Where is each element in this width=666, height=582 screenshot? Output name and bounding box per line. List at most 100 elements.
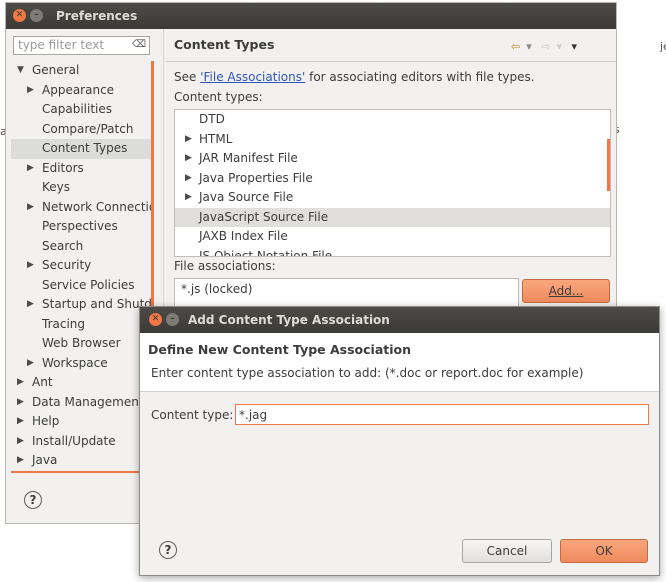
dialog-title: Add Content Type Association (188, 313, 390, 327)
preferences-titlebar: ✕ – Preferences (6, 3, 616, 29)
expand-arrow-icon[interactable]: ▶ (185, 130, 192, 149)
tree-item[interactable]: Perspectives (11, 217, 153, 237)
file-associations-link[interactable]: 'File Associations' (200, 70, 305, 84)
tree-item-label: Content Types (42, 141, 128, 155)
minimize-icon[interactable]: – (166, 313, 179, 326)
back-menu-icon[interactable]: ▾ (526, 40, 532, 53)
tree-item-label: Appearance (42, 82, 115, 97)
back-arrow-icon[interactable]: ⇦ (511, 40, 520, 53)
list-item[interactable]: JS Object Notation File (175, 247, 610, 257)
tree-item[interactable]: ▶ Appearance (11, 81, 153, 101)
tree-item[interactable]: ▼ General (11, 61, 153, 81)
content-type-label: Content type: (151, 408, 234, 422)
tree-item-label: Network Connection (42, 199, 153, 214)
tree-item-label: Security (42, 258, 92, 272)
list-item[interactable]: ▶ JAR Manifest File (175, 149, 610, 169)
tree-item-label: Data Management (32, 394, 144, 409)
help-icon[interactable]: ? (159, 541, 177, 559)
add-button[interactable]: Add... (522, 279, 610, 303)
tree-item[interactable]: Compare/Patch (11, 120, 153, 140)
list-item-label: DTD (199, 112, 225, 126)
background-text-fragment: je (660, 40, 666, 53)
tree-item[interactable]: ▶ Java (11, 451, 153, 467)
list-item-label: Java Source File (199, 190, 294, 204)
expand-arrow-icon[interactable]: ▼ (17, 61, 24, 80)
tree-item[interactable]: Search (11, 237, 153, 257)
tree-item[interactable]: ▶ Help (11, 412, 153, 432)
tree-item-label: Workspace (42, 355, 108, 370)
collapse-arrow-icon[interactable]: ▶ (17, 393, 24, 412)
collapse-arrow-icon[interactable]: ▶ (17, 451, 24, 467)
expand-arrow-icon[interactable]: ▶ (185, 149, 192, 168)
tree-item-label: Tracing (42, 316, 86, 331)
list-item[interactable]: ▶ Java Properties File (175, 169, 610, 189)
list-item[interactable]: DTD (175, 110, 610, 130)
list-item[interactable]: *.js (locked) (181, 282, 512, 296)
collapse-arrow-icon[interactable]: ▶ (27, 256, 34, 275)
list-item-label: HTML (199, 131, 233, 146)
tree-item[interactable]: Web Browser (11, 334, 153, 354)
forward-menu-icon[interactable]: ▾ (556, 40, 562, 53)
tree-item[interactable]: ▶ Editors (11, 159, 153, 179)
tree-item-label: Install/Update (32, 433, 116, 448)
tree-item[interactable]: Service Policies (11, 276, 153, 296)
list-item[interactable]: ▶ HTML (175, 130, 610, 150)
tree-item[interactable]: Keys (11, 178, 153, 198)
collapse-arrow-icon[interactable]: ▶ (27, 198, 34, 217)
tree-item[interactable]: Tracing (11, 315, 153, 335)
close-icon[interactable]: ✕ (149, 313, 162, 326)
collapse-arrow-icon[interactable]: ▶ (27, 81, 34, 100)
collapse-arrow-icon[interactable]: ▶ (17, 373, 24, 392)
minimize-icon[interactable]: – (30, 9, 43, 22)
list-item[interactable]: ▶ Java Source File (175, 188, 610, 208)
tree-horizontal-scrollbar[interactable] (11, 471, 154, 473)
window-title: Preferences (56, 9, 138, 23)
tree-item-label: Perspectives (42, 219, 118, 233)
expand-arrow-icon[interactable]: ▶ (185, 188, 192, 207)
tree-item[interactable]: ▶ Network Connection (11, 198, 153, 218)
tree-item[interactable]: ▶ Security (11, 256, 153, 276)
list-item-label: JS Object Notation File (199, 248, 333, 257)
content-types-list[interactable]: DTD ▶ HTML ▶ JAR Manifest File ▶ Java Properti… (174, 109, 611, 257)
filter-input[interactable]: type filter text ⌫ (13, 36, 150, 55)
collapse-arrow-icon[interactable]: ▶ (27, 354, 34, 373)
tree-item[interactable]: ▶ Startup and Shutdown (11, 295, 153, 315)
list-item[interactable]: JavaScript Source File (175, 207, 610, 227)
dialog-description: Enter content type association to add: (… (151, 366, 584, 380)
tree-item[interactable]: ▶ Ant (11, 373, 153, 393)
clear-filter-icon[interactable]: ⌫ (132, 39, 146, 50)
dialog-heading: Define New Content Type Association (148, 342, 412, 357)
tree-item-label: General (32, 63, 80, 77)
tree-item-label: Capabilities (42, 102, 112, 116)
tree-item[interactable]: ▶ Install/Update (11, 432, 153, 452)
collapse-arrow-icon[interactable]: ▶ (17, 432, 24, 451)
tree-item-label: Startup and Shutdown (42, 297, 153, 311)
tree-item-label: Editors (42, 160, 84, 175)
dialog-titlebar: ✕ – Add Content Type Association (140, 307, 659, 333)
tree-item-label: Keys (42, 180, 71, 194)
tree-item-label: Help (32, 414, 60, 428)
collapse-arrow-icon[interactable]: ▶ (27, 159, 34, 178)
list-item[interactable]: JAXB Index File (175, 227, 610, 247)
forward-arrow-icon[interactable]: ⇨ (541, 40, 550, 53)
tree-item-label: Compare/Patch (42, 121, 134, 136)
tree-item[interactable]: ▶ Data Management (11, 393, 153, 413)
ok-button[interactable]: OK (560, 539, 648, 563)
tree-item[interactable]: ▶ Workspace (11, 354, 153, 374)
help-icon[interactable]: ? (24, 491, 42, 509)
collapse-arrow-icon[interactable]: ▶ (17, 412, 24, 431)
expand-arrow-icon[interactable]: ▶ (185, 169, 192, 188)
tree-item[interactable]: Capabilities (11, 100, 153, 120)
list-item-label: JAXB Index File (199, 229, 288, 243)
filter-placeholder: type filter text (18, 38, 105, 52)
content-type-input[interactable] (235, 404, 649, 425)
preferences-tree: ▼ General ▶ Appearance Capabilities Compare/P… (11, 61, 153, 467)
page-title: Content Types (174, 37, 275, 52)
close-icon[interactable]: ✕ (13, 9, 26, 22)
collapse-arrow-icon[interactable]: ▶ (27, 295, 34, 314)
add-content-type-dialog: ✕ – Add Content Type Association Define … (139, 306, 660, 576)
view-menu-icon[interactable]: ▾ (572, 40, 578, 53)
cancel-button[interactable]: Cancel (462, 539, 552, 563)
content-types-scrollbar[interactable] (607, 139, 610, 191)
tree-item[interactable]: Content Types (11, 139, 153, 159)
